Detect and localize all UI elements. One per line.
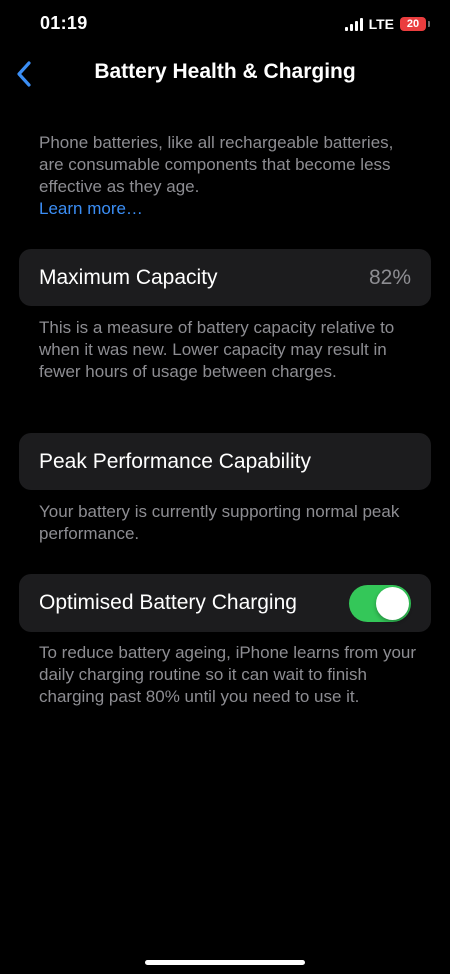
- status-indicators: LTE 20: [344, 15, 430, 33]
- optimised-charging-footer: To reduce battery ageing, iPhone learns …: [39, 643, 417, 706]
- optimised-charging-toggle[interactable]: [349, 584, 411, 622]
- peak-performance-cell: Peak Performance Capability: [19, 433, 431, 490]
- battery-icon: 20: [400, 17, 430, 31]
- intro-text: Phone batteries, like all rechargeable b…: [39, 133, 394, 196]
- page-title: Battery Health & Charging: [94, 60, 356, 83]
- network-type: LTE: [368, 16, 394, 32]
- intro-description: Phone batteries, like all rechargeable b…: [39, 132, 419, 220]
- learn-more-link[interactable]: Learn more…: [39, 198, 419, 220]
- cellular-signal-icon: [344, 17, 363, 31]
- home-indicator[interactable]: [145, 960, 305, 965]
- optimised-charging-cell: Optimised Battery Charging: [19, 574, 431, 632]
- maximum-capacity-label: Maximum Capacity: [39, 265, 218, 289]
- navigation-bar: Battery Health & Charging: [0, 52, 450, 96]
- toggle-knob: [376, 586, 409, 620]
- peak-performance-label: Peak Performance Capability: [39, 449, 311, 473]
- maximum-capacity-cell: Maximum Capacity 82%: [19, 249, 431, 306]
- maximum-capacity-footer: This is a measure of battery capacity re…: [39, 318, 395, 381]
- maximum-capacity-value: 82%: [368, 265, 411, 289]
- peak-performance-footer: Your battery is currently supporting nor…: [39, 502, 400, 543]
- status-bar: 01:19 LTE 20: [0, 0, 450, 50]
- optimised-charging-label: Optimised Battery Charging: [39, 591, 297, 614]
- status-time: 01:19: [40, 13, 88, 33]
